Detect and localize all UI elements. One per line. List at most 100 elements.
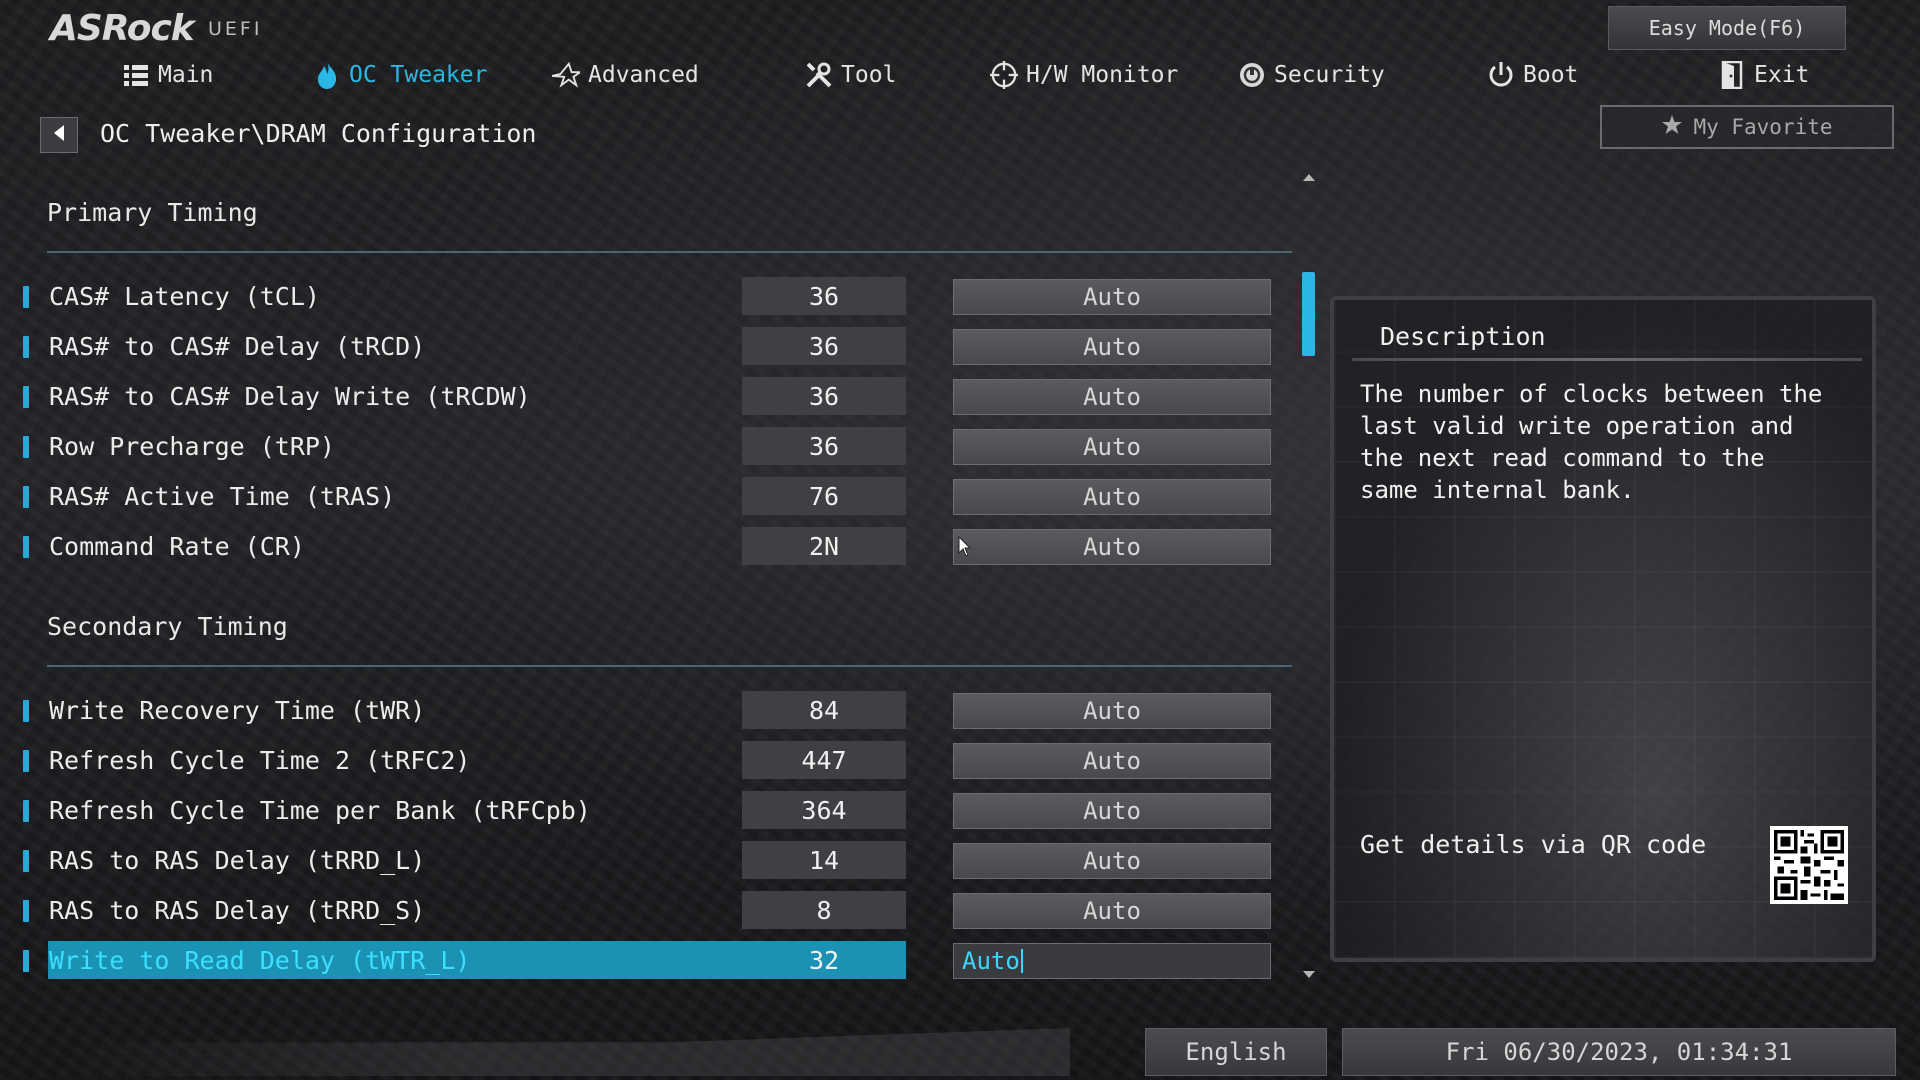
section-divider [47,665,1292,667]
datetime-display: Fri 06/30/2023, 01:34:31 [1342,1028,1896,1076]
setting-row-cr[interactable]: Command Rate (CR) 2N Auto [18,527,1278,567]
tab-exit-label: Exit [1754,62,1810,88]
setting-label: RAS# to CAS# Delay Write (tRCDW) [49,382,531,411]
setting-label: CAS# Latency (tCL) [49,282,320,311]
setting-label: Refresh Cycle Time per Bank (tRFCpb) [49,796,591,825]
power-icon [1487,61,1515,89]
tab-main-label: Main [158,62,214,88]
main-nav: Main OC Tweaker Advanced Tool H/W Monito… [0,56,1920,96]
current-value: 8 [742,891,906,929]
setting-label: RAS# to CAS# Delay (tRCD) [49,332,426,361]
row-marker [23,850,29,872]
row-marker [23,336,29,358]
row-marker [23,750,29,772]
row-marker [23,386,29,408]
setting-select[interactable]: Auto [953,429,1271,465]
current-value: 36 [742,277,906,315]
section-title-secondary: Secondary Timing [47,612,288,641]
crosshair-icon [990,61,1018,89]
setting-label: Write to Read Delay (tWTR_L) [49,946,471,975]
current-value: 447 [742,741,906,779]
section-divider [47,251,1292,253]
tab-boot[interactable]: Boot [1487,56,1578,94]
back-button[interactable] [40,117,78,153]
setting-select[interactable]: Auto [953,529,1271,565]
scroll-thumb[interactable] [1302,272,1315,356]
my-favorite-button[interactable]: My Favorite [1600,105,1894,149]
description-title: Description [1380,322,1546,351]
row-marker [23,536,29,558]
tab-advanced-label: Advanced [588,62,699,88]
setting-label: Write Recovery Time (tWR) [49,696,426,725]
qr-label: Get details via QR code [1360,830,1707,859]
setting-input-text: Auto [962,947,1020,975]
setting-row-twr[interactable]: Write Recovery Time (tWR) 84 Auto [18,691,1278,731]
setting-row-trcd[interactable]: RAS# to CAS# Delay (tRCD) 36 Auto [18,327,1278,367]
setting-row-twtr-l[interactable]: Write to Read Delay (tWTR_L) 32 Auto [18,941,1278,981]
back-arrow-icon [52,124,66,146]
row-marker [23,286,29,308]
tab-exit[interactable]: Exit [1718,56,1809,94]
row-marker [23,700,29,722]
setting-label: Refresh Cycle Time 2 (tRFC2) [49,746,471,775]
asrock-logo: ASRock [50,8,195,49]
scroll-down-arrow-icon[interactable] [1303,971,1315,978]
setting-input[interactable]: Auto [953,943,1271,979]
setting-label: RAS to RAS Delay (tRRD_S) [49,896,426,925]
tab-oc-tweaker[interactable]: OC Tweaker [313,56,487,94]
row-marker [23,800,29,822]
tab-advanced[interactable]: Advanced [552,56,699,94]
setting-select[interactable]: Auto [953,843,1271,879]
current-value: 14 [742,841,906,879]
setting-label: RAS# Active Time (tRAS) [49,482,396,511]
language-button[interactable]: English [1145,1028,1327,1076]
row-marker [23,436,29,458]
setting-row-trrd-s[interactable]: RAS to RAS Delay (tRRD_S) 8 Auto [18,891,1278,931]
setting-select[interactable]: Auto [953,279,1271,315]
text-caret [1020,949,1023,973]
current-value: 76 [742,477,906,515]
setting-select[interactable]: Auto [953,329,1271,365]
tab-hw-monitor[interactable]: H/W Monitor [990,56,1178,94]
shield-icon [1238,61,1266,89]
breadcrumb: OC Tweaker\DRAM Configuration [100,119,537,148]
list-icon [122,61,150,89]
flame-icon [313,61,341,89]
setting-row-trrd-l[interactable]: RAS to RAS Delay (tRRD_L) 14 Auto [18,841,1278,881]
row-marker [23,900,29,922]
current-value: 36 [742,377,906,415]
tools-icon [805,61,833,89]
setting-row-tras[interactable]: RAS# Active Time (tRAS) 76 Auto [18,477,1278,517]
star-icon [552,61,580,89]
setting-select[interactable]: Auto [953,743,1271,779]
setting-label: Command Rate (CR) [49,532,305,561]
section-title-primary: Primary Timing [47,198,258,227]
qr-code-icon [1770,826,1848,904]
easy-mode-button[interactable]: Easy Mode(F6) [1608,6,1846,50]
scroll-up-arrow-icon[interactable] [1303,174,1315,181]
setting-row-trfc2[interactable]: Refresh Cycle Time 2 (tRFC2) 447 Auto [18,741,1278,781]
tab-hw-monitor-label: H/W Monitor [1026,62,1179,88]
setting-row-tcl[interactable]: CAS# Latency (tCL) 36 Auto [18,277,1278,317]
exit-door-icon [1718,61,1746,89]
setting-row-trfcpb[interactable]: Refresh Cycle Time per Bank (tRFCpb) 364… [18,791,1278,831]
scrollbar[interactable] [1300,170,1318,982]
setting-row-trcdw[interactable]: RAS# to CAS# Delay Write (tRCDW) 36 Auto [18,377,1278,417]
row-marker [23,486,29,508]
setting-select[interactable]: Auto [953,379,1271,415]
row-marker [23,950,29,972]
setting-label: Row Precharge (tRP) [49,432,335,461]
description-text: The number of clocks between the last va… [1360,380,1823,504]
setting-select[interactable]: Auto [953,479,1271,515]
setting-select[interactable]: Auto [953,693,1271,729]
tab-main[interactable]: Main [122,56,213,94]
tab-oc-tweaker-label: OC Tweaker [349,62,488,88]
tab-tool-label: Tool [841,62,897,88]
setting-label: RAS to RAS Delay (tRRD_L) [49,846,426,875]
my-favorite-label: My Favorite [1693,115,1833,139]
setting-select[interactable]: Auto [953,793,1271,829]
tab-tool[interactable]: Tool [805,56,896,94]
setting-select[interactable]: Auto [953,893,1271,929]
tab-security[interactable]: Security [1238,56,1385,94]
setting-row-trp[interactable]: Row Precharge (tRP) 36 Auto [18,427,1278,467]
